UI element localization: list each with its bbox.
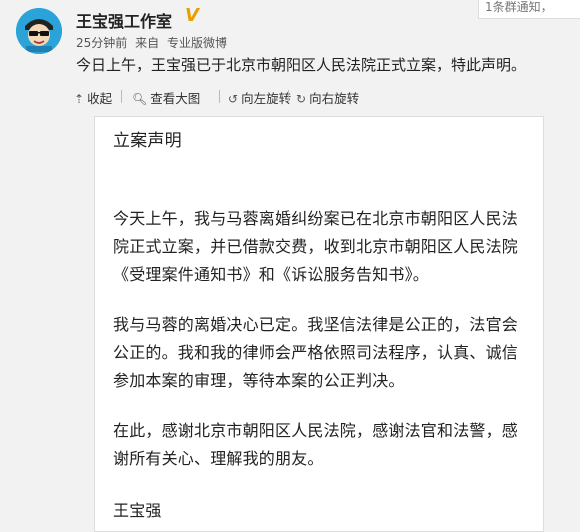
view-large-label: 查看大图 [150, 91, 201, 106]
collapse-label: 收起 [87, 91, 113, 106]
rotate-left-label: 向左旋转 [241, 91, 292, 106]
view-large-button[interactable]: 🔍︎ 查看大图 [132, 88, 200, 107]
username[interactable]: 王宝强工作室 [76, 8, 172, 32]
post-meta: 25分钟前 来自 专业版微博 [76, 34, 231, 51]
statement-paragraph: 在此，感谢北京市朝阳区人民法院，感谢法官和法警，感谢所有关心、理解我的朋友。 [113, 421, 519, 468]
rotate-right-label: 向右旋转 [309, 91, 360, 106]
group-notification[interactable]: 1条群通知， [478, 0, 580, 19]
rotate-right-icon: ↻ [296, 92, 307, 106]
statement-signature: 王宝强 [113, 501, 162, 520]
post-text: 今日上午，王宝强已于北京市朝阳区人民法院正式立案，特此声明。 [76, 56, 527, 74]
rotate-right-button[interactable]: ↻ 向右旋转 [296, 88, 359, 107]
divider [121, 90, 122, 103]
source-prefix: 来自 [135, 36, 160, 50]
post-time[interactable]: 25分钟前 [76, 36, 127, 50]
rotate-left-icon: ↺ [228, 92, 239, 106]
collapse-icon: ⇡ [74, 92, 85, 106]
image-toolbar: ⇡ 收起 🔍︎ 查看大图 ↺ 向左旋转 ↻ 向右旋转 [68, 82, 580, 110]
statement-image[interactable]: 立案声明 今天上午，我与马蓉离婚纠纷案已在北京市朝阳区人民法院正式立案，并已借款… [94, 116, 544, 532]
divider [219, 90, 220, 103]
collapse-button[interactable]: ⇡ 收起 [74, 88, 112, 107]
statement-paragraph: 今天上午，我与马蓉离婚纠纷案已在北京市朝阳区人民法院正式立案，并已借款交费，收到… [113, 209, 519, 284]
search-icon: 🔍︎ [132, 92, 148, 106]
post-source[interactable]: 专业版微博 [167, 36, 227, 50]
statement-title: 立案声明 [113, 131, 182, 151]
rotate-left-button[interactable]: ↺ 向左旋转 [228, 88, 291, 107]
statement-paragraph: 我与马蓉的离婚决心已定。我坚信法律是公正的，法官会公正的。我和我的律师会严格依照… [113, 315, 519, 390]
avatar[interactable] [16, 8, 62, 54]
verified-badge-icon: V [185, 5, 199, 26]
divider [288, 90, 289, 103]
